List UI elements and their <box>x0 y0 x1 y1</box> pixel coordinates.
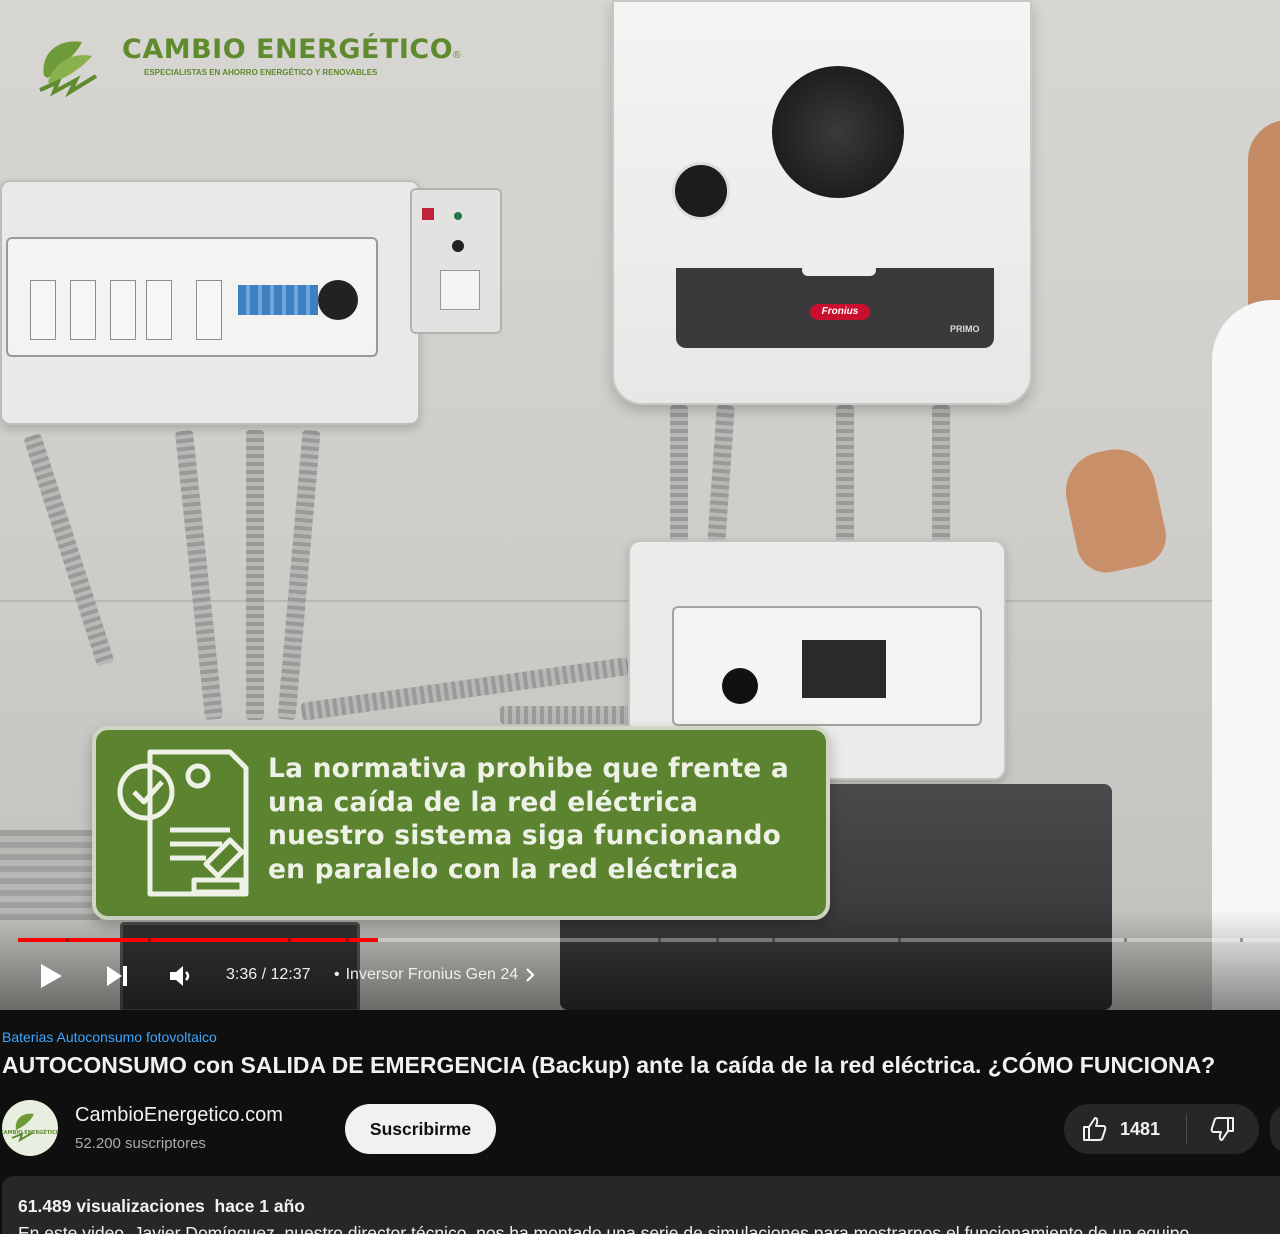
inverter: Fronius PRIMO <box>612 0 1032 405</box>
channel-avatar[interactable]: CAMBIO ENERGÉTICO <box>2 1100 58 1156</box>
chapter-separator: • <box>334 966 340 983</box>
like-dislike-bar: 1481 <box>1064 1104 1259 1154</box>
logo-name: CAMBIO ENERGÉTICO <box>122 34 454 65</box>
video-title: AUTOCONSUMO con SALIDA DE EMERGENCIA (Ba… <box>2 1052 1216 1078</box>
subscriber-count: 52.200 suscriptores <box>75 1135 206 1152</box>
switch-box <box>410 188 502 334</box>
progress-played <box>18 938 378 942</box>
thumbs-down-icon <box>1210 1117 1234 1141</box>
like-button[interactable]: 1481 <box>1064 1104 1186 1154</box>
avatar-text: CAMBIO ENERGÉTICO <box>2 1128 58 1136</box>
fan-grille <box>772 66 904 198</box>
regulation-document-icon <box>117 749 249 897</box>
play-button[interactable] <box>36 962 66 990</box>
dislike-button[interactable] <box>1187 1104 1259 1154</box>
avatar-image: CAMBIO ENERGÉTICO <box>2 1100 58 1156</box>
video-player[interactable]: Fronius PRIMO CAMBIO ENERGÉTICO® ESPECIA… <box>0 0 1280 1010</box>
volume-button[interactable] <box>166 962 196 990</box>
description-text: En este video, Javier Domínguez, nuestro… <box>18 1223 1190 1234</box>
callout-text: La normativa prohibe que frente a una ca… <box>268 753 789 885</box>
logo-registered: ® <box>453 50 461 61</box>
inverter-brand: Fronius <box>810 304 870 320</box>
volume-icon <box>170 966 190 986</box>
inverter-model: PRIMO <box>950 324 980 334</box>
play-icon <box>41 964 62 988</box>
subscribe-button[interactable]: Suscribirme <box>345 1104 496 1154</box>
presenter <box>1212 300 1280 1010</box>
share-button[interactable] <box>1270 1104 1280 1154</box>
progress-bar[interactable] <box>18 938 1280 942</box>
channel-logo-overlay: CAMBIO ENERGÉTICO® ESPECIALISTAS EN AHOR… <box>36 32 461 104</box>
video-hashtags[interactable]: Baterias Autoconsumo fotovoltaico <box>2 1029 217 1045</box>
chapter-button[interactable]: • Inversor Fronius Gen 24 <box>334 966 536 984</box>
like-count: 1481 <box>1120 1118 1161 1139</box>
views-and-date: 61.489 visualizaciones hace 1 año <box>18 1196 305 1216</box>
info-callout: La normativa prohibe que frente a una ca… <box>92 726 830 920</box>
thumbs-up-icon <box>1083 1117 1107 1141</box>
next-button[interactable] <box>102 962 132 990</box>
channel-name[interactable]: CambioEnergetico.com <box>75 1104 283 1127</box>
next-icon <box>107 966 127 986</box>
chevron-right-icon <box>526 968 535 982</box>
leaf-logo-icon <box>39 41 98 98</box>
logo-tagline: ESPECIALISTAS EN AHORRO ENERGÉTICO Y REN… <box>144 68 378 77</box>
time-display: 3:36 / 12:37 <box>226 966 311 983</box>
chapter-title: Inversor Fronius Gen 24 <box>345 966 519 983</box>
